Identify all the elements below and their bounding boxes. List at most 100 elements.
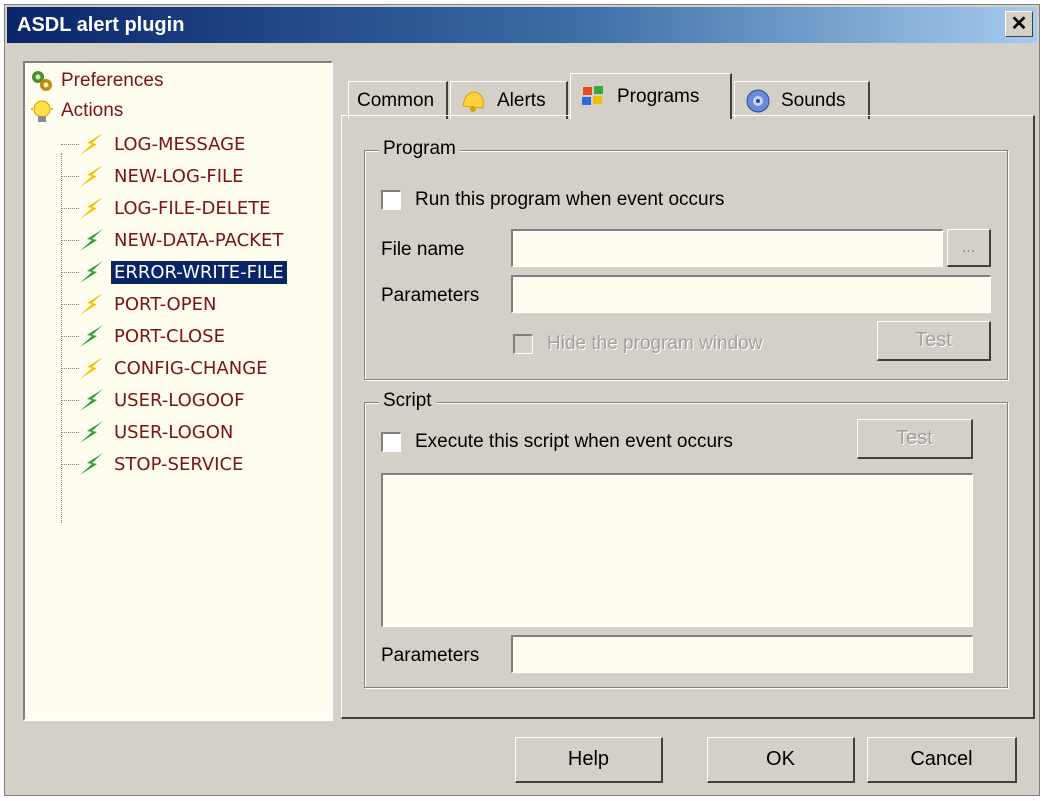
tree-item-port-open[interactable]: PORT-OPEN — [77, 289, 219, 319]
hide-window-checkbox[interactable] — [513, 334, 533, 354]
tree-connector — [61, 240, 79, 241]
tree-item-label: USER-LOGOOF — [114, 389, 245, 411]
ok-button-label: OK — [766, 748, 795, 770]
hide-window-label: Hide the program window — [547, 333, 763, 354]
tab-label: Common — [357, 89, 435, 111]
tab-label: Alerts — [497, 89, 546, 111]
lightning-icon — [80, 261, 103, 283]
help-button[interactable]: Help — [515, 737, 663, 783]
tab-common[interactable]: Common — [348, 81, 448, 119]
preferences-icon — [32, 71, 52, 91]
program-test-label: Test — [915, 329, 952, 351]
tree-connector — [61, 400, 79, 401]
tree-connector — [61, 272, 79, 273]
execute-script-label: Execute this script when event occurs — [415, 431, 733, 452]
tree-item-label: LOG-MESSAGE — [114, 133, 246, 155]
tree-item-user-logoof[interactable]: USER-LOGOOF — [77, 385, 247, 415]
tree-root-label: Actions — [61, 100, 124, 121]
tree-connector — [61, 304, 79, 305]
lightning-icon — [80, 453, 103, 475]
tree-node-actions[interactable]: Actions — [29, 97, 123, 125]
tree-item-label: PORT-OPEN — [114, 293, 217, 315]
tree-item-label: ERROR-WRITE-FILE — [110, 259, 288, 285]
tree-item-new-data-packet[interactable]: NEW-DATA-PACKET — [77, 225, 286, 255]
cancel-button-label: Cancel — [910, 748, 973, 770]
tree-root-label: Preferences — [61, 70, 164, 91]
tree-item-log-message[interactable]: LOG-MESSAGE — [77, 129, 248, 159]
cancel-button[interactable]: Cancel — [867, 737, 1017, 783]
tree-connector — [61, 208, 79, 209]
hide-window-checkbox-row[interactable]: Hide the program window — [513, 333, 762, 355]
lightning-icon — [80, 389, 103, 411]
browse-button[interactable]: ... — [947, 229, 991, 267]
tree-item-log-file-delete[interactable]: LOG-FILE-DELETE — [77, 193, 274, 223]
tree-item-stop-service[interactable]: STOP-SERVICE — [77, 449, 246, 479]
tab-label: Programs — [617, 85, 700, 107]
tree-node-preferences[interactable]: Preferences — [29, 67, 163, 95]
script-test-button[interactable]: Test — [857, 419, 973, 459]
tree-item-user-logon[interactable]: USER-LOGON — [77, 417, 236, 447]
tab-sounds[interactable]: Sounds — [734, 81, 870, 119]
tab-alerts[interactable]: Alerts — [450, 81, 568, 119]
close-button[interactable]: ✕ — [1005, 11, 1033, 37]
script-editor[interactable] — [381, 473, 973, 627]
lightning-icon — [80, 133, 103, 155]
window-title: ASDL alert plugin — [17, 14, 185, 36]
lightning-icon — [80, 197, 103, 219]
tree-connector — [61, 144, 79, 145]
tree-item-new-log-file[interactable]: NEW-LOG-FILE — [77, 161, 246, 191]
tab-panel-programs: Program Run this program when event occu… — [341, 115, 1035, 719]
run-program-checkbox-row[interactable]: Run this program when event occurs — [381, 189, 724, 211]
tree-item-label: NEW-DATA-PACKET — [114, 229, 284, 251]
title-bar[interactable]: ASDL alert plugin ✕ — [7, 7, 1037, 43]
lightning-icon — [80, 357, 103, 379]
lightning-icon — [80, 165, 103, 187]
tree-item-config-change[interactable]: CONFIG-CHANGE — [77, 353, 271, 383]
help-button-label: Help — [567, 748, 610, 770]
script-test-label: Test — [896, 427, 933, 449]
tree-connector — [61, 176, 79, 177]
tab-label: Sounds — [781, 89, 846, 111]
lightbulb-icon — [31, 100, 53, 122]
program-parameters-field[interactable] — [511, 275, 991, 313]
lightning-icon — [80, 421, 103, 443]
tree-item-label: CONFIG-CHANGE — [114, 357, 268, 379]
file-name-label: File name — [381, 239, 465, 260]
script-parameters-label: Parameters — [381, 645, 480, 666]
tree-item-error-write-file[interactable]: ERROR-WRITE-FILE — [77, 257, 288, 287]
run-program-label: Run this program when event occurs — [415, 189, 725, 210]
lightning-icon — [80, 293, 103, 315]
tree-item-label: STOP-SERVICE — [114, 453, 244, 475]
run-program-checkbox[interactable] — [381, 190, 401, 210]
program-group-legend: Program — [379, 138, 460, 160]
tree-item-port-close[interactable]: PORT-CLOSE — [77, 321, 228, 351]
lightning-icon — [80, 229, 103, 251]
tree-connector — [61, 464, 79, 465]
tree-view[interactable]: Preferences Actions LOG-MESSAGE NEW-LOG-F… — [23, 61, 333, 721]
tree-connector — [61, 432, 79, 433]
tree-connector — [61, 368, 79, 369]
programs-icon — [582, 85, 603, 105]
program-group: Program Run this program when event occu… — [364, 138, 1008, 380]
tree-item-label: PORT-CLOSE — [114, 325, 225, 347]
script-parameters-field[interactable] — [511, 635, 973, 673]
bell-icon — [462, 90, 484, 112]
execute-script-checkbox-row[interactable]: Execute this script when event occurs — [381, 431, 733, 453]
ok-button[interactable]: OK — [707, 737, 855, 783]
browse-button-label: ... — [961, 238, 976, 256]
script-group: Script Execute this script when event oc… — [364, 390, 1008, 688]
program-test-button[interactable]: Test — [877, 321, 991, 361]
tab-programs[interactable]: Programs — [570, 73, 732, 119]
script-group-legend: Script — [379, 390, 436, 412]
program-parameters-label: Parameters — [381, 285, 480, 306]
tree-item-label: USER-LOGON — [114, 421, 234, 443]
tree-item-label: LOG-FILE-DELETE — [114, 197, 271, 219]
execute-script-checkbox[interactable] — [381, 432, 401, 452]
speaker-icon — [746, 89, 770, 112]
lightning-icon — [80, 325, 103, 347]
dialog-window: ASDL alert plugin ✕ Preferences Actions … — [4, 4, 1040, 796]
tree-item-label: NEW-LOG-FILE — [114, 165, 244, 187]
close-icon: ✕ — [1010, 13, 1028, 35]
file-name-field[interactable] — [511, 229, 943, 267]
tree-connector — [61, 336, 79, 337]
